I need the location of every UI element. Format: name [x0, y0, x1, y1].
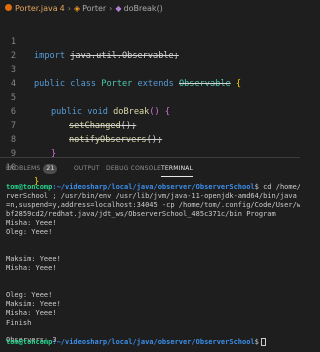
- prompt-path: :~/videosharp/local/java/observer/Observ…: [52, 338, 255, 346]
- breadcrumb: Porter.java 4 › ◈ Porter › ◆ doBreak(): [0, 0, 300, 17]
- code-line: 9: [0, 133, 300, 159]
- code-line: 1 import java.util.Observable;: [0, 21, 300, 61]
- chevron-right-icon: ›: [67, 4, 71, 13]
- tab-output[interactable]: OUTPUT: [74, 158, 100, 180]
- problems-count-badge: 21: [43, 164, 58, 174]
- terminal-line: Misha: Yeee!: [6, 309, 57, 317]
- terminal-line: Oleg: Yeee!: [6, 291, 53, 299]
- terminal-line: bf2859cd2/redhat.java/jdt_ws/ObserverSch…: [6, 210, 276, 218]
- code-line: 3 public class Porter extends Observable…: [0, 49, 300, 89]
- terminal-line: tom@toncomp:~/videosharp/local/java/obse…: [6, 183, 300, 192]
- code-line: 6 setChanged();: [0, 91, 300, 131]
- panel-tab-bar: PROBLEMS 21 OUTPUT DEBUG CONSOLE TERMINAL: [0, 158, 300, 180]
- terminal-prompt-line: tom@toncomp:~/videosharp/local/java/obse…: [6, 338, 266, 347]
- breadcrumb-class[interactable]: Porter: [82, 0, 106, 17]
- code-line: 4: [0, 63, 300, 89]
- terminal-line: Oleg: Yeee!: [6, 228, 53, 236]
- terminal-line: Misha: Yeee!: [6, 264, 57, 272]
- tab-debug-console[interactable]: DEBUG CONSOLE: [106, 158, 161, 180]
- tab-problems-label: PROBLEMS: [6, 165, 41, 172]
- breadcrumb-file[interactable]: Porter.java: [15, 0, 58, 17]
- prompt-user: tom@toncomp: [6, 338, 53, 346]
- breadcrumb-method[interactable]: doBreak(): [124, 0, 163, 17]
- code-line: 5 public void doBreak() {: [0, 77, 300, 117]
- terminal-line: Finish: [6, 319, 32, 327]
- terminal-line: Maksim: Yeee!: [6, 255, 61, 263]
- class-icon: ◈: [73, 4, 81, 13]
- terminal-command: cd /home/: [258, 183, 300, 191]
- code-line: 2: [0, 35, 300, 61]
- problems-count-badge: 4: [59, 4, 65, 13]
- tab-problems[interactable]: PROBLEMS 21: [6, 158, 58, 180]
- terminal-line: rverSchool ; /usr/bin/env /usr/lib/jvm/j…: [6, 192, 300, 200]
- chevron-right-icon: ›: [109, 4, 113, 13]
- code-line: 8 }: [0, 119, 300, 159]
- terminal[interactable]: tom@toncomp:~/videosharp/local/java/obse…: [6, 181, 300, 352]
- prompt-dollar: $: [254, 338, 259, 346]
- java-file-icon: [5, 4, 12, 11]
- code-editor[interactable]: 1 import java.util.Observable; 2 3 publi…: [0, 17, 300, 187]
- tab-terminal[interactable]: TERMINAL: [161, 158, 194, 180]
- method-icon: ◆: [115, 4, 122, 13]
- terminal-cursor: [260, 338, 266, 346]
- code-line: 7 notifyObservers();: [0, 105, 300, 145]
- prompt-path: :~/videosharp/local/java/observer/Observ…: [52, 183, 255, 191]
- active-tab-indicator: [161, 176, 194, 177]
- tab-terminal-label: TERMINAL: [161, 165, 194, 172]
- terminal-line: =n,suspend=y,address=localhost:34045 -cp…: [6, 201, 300, 209]
- terminal-line: Misha: Yeee!: [6, 219, 57, 227]
- terminal-line: Maksim: Yeee!: [6, 300, 61, 308]
- prompt-user: tom@toncomp: [6, 183, 53, 191]
